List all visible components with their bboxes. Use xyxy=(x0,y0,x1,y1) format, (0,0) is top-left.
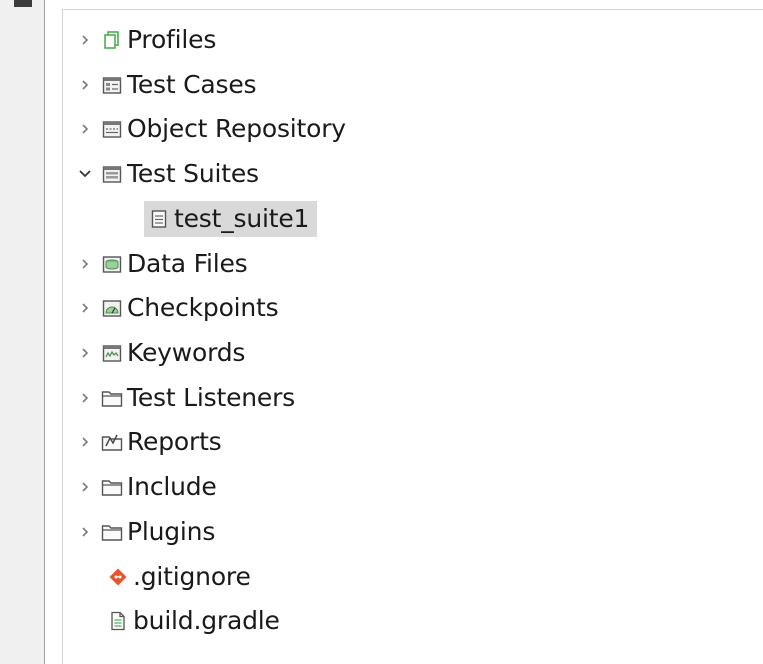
tree-item-gitignore[interactable]: .gitignore xyxy=(107,559,251,595)
chevron-down-icon[interactable] xyxy=(77,166,93,182)
profiles-icon xyxy=(101,29,123,51)
git-icon xyxy=(107,566,129,588)
left-gutter xyxy=(0,0,44,664)
checkpoints-icon xyxy=(101,297,123,319)
folder-icon xyxy=(101,476,123,498)
folder-icon xyxy=(101,521,123,543)
tree-item-test-listeners[interactable]: Test Listeners xyxy=(77,380,295,416)
tree-item-label: test_suite1 xyxy=(174,204,310,233)
tree-view: Profiles Test Cases Object Repository Te… xyxy=(62,9,763,664)
tree-item-label: Test Suites xyxy=(127,159,259,188)
chevron-right-icon[interactable] xyxy=(77,121,93,137)
keywords-icon xyxy=(101,342,123,364)
tree-item-data-files[interactable]: Data Files xyxy=(77,246,248,282)
tree-item-label: build.gradle xyxy=(133,606,280,635)
tree-item-label: Reports xyxy=(127,427,222,456)
tree-item-label: Test Listeners xyxy=(127,383,295,412)
chevron-right-icon[interactable] xyxy=(77,300,93,316)
tree-item-label: Test Cases xyxy=(127,70,257,99)
chevron-right-icon[interactable] xyxy=(77,434,93,450)
tree-item-reports[interactable]: Reports xyxy=(77,424,222,460)
chevron-right-icon[interactable] xyxy=(77,256,93,272)
chevron-right-icon[interactable] xyxy=(77,32,93,48)
tree-item-test-cases[interactable]: Test Cases xyxy=(77,67,257,103)
tree-item-test-suite1[interactable]: test_suite1 xyxy=(144,201,318,237)
folder-icon xyxy=(101,387,123,409)
chevron-right-icon[interactable] xyxy=(77,77,93,93)
tree-item-label: Plugins xyxy=(127,517,216,546)
reports-icon xyxy=(101,431,123,453)
tree-item-build-gradle[interactable]: build.gradle xyxy=(107,603,280,639)
chevron-right-icon[interactable] xyxy=(77,479,93,495)
tree-item-label: .gitignore xyxy=(133,562,251,591)
tree-item-label: Include xyxy=(127,472,217,501)
tree-item-include[interactable]: Include xyxy=(77,469,217,505)
data-files-icon xyxy=(101,253,123,275)
tree-item-checkpoints[interactable]: Checkpoints xyxy=(77,290,279,326)
tree-item-label: Object Repository xyxy=(127,114,346,143)
tree-item-label: Data Files xyxy=(127,249,248,278)
tree-item-label: Profiles xyxy=(127,25,217,54)
chevron-right-icon[interactable] xyxy=(77,390,93,406)
chevron-right-icon[interactable] xyxy=(77,345,93,361)
file-icon xyxy=(107,610,129,632)
tree-item-label: Checkpoints xyxy=(127,293,279,322)
chevron-right-icon[interactable] xyxy=(77,524,93,540)
tree-item-profiles[interactable]: Profiles xyxy=(77,22,216,58)
tree-item-plugins[interactable]: Plugins xyxy=(77,514,215,550)
tree-item-object-repository[interactable]: Object Repository xyxy=(77,111,346,147)
test-suites-icon xyxy=(101,163,123,185)
toolbar-fragment xyxy=(14,0,32,7)
tree-item-test-suites[interactable]: Test Suites xyxy=(77,156,259,192)
test-cases-icon xyxy=(101,74,123,96)
test-suite-file-icon xyxy=(148,208,170,230)
tree-item-label: Keywords xyxy=(127,338,246,367)
tree-item-keywords[interactable]: Keywords xyxy=(77,335,245,371)
object-repository-icon xyxy=(101,118,123,140)
